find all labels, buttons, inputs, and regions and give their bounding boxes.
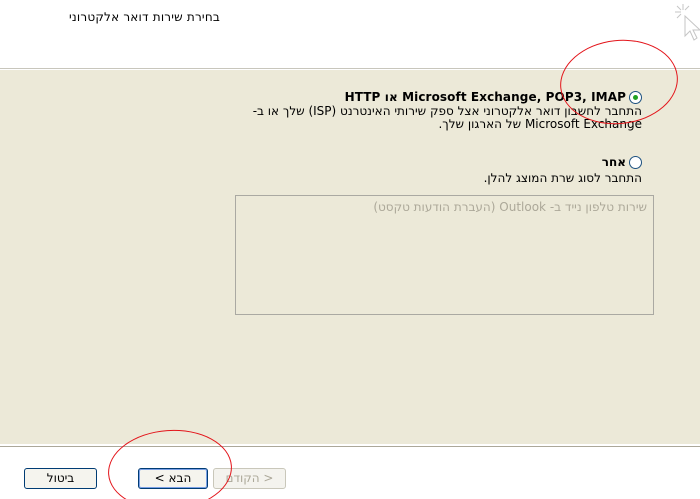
server-type-list[interactable]: שירות טלפון נייד ב- Outlook (העברת הודעו… [235,195,654,315]
footer-divider [0,446,700,448]
other-option-label[interactable]: אחר [602,155,626,169]
cancel-button[interactable]: ביטול [24,468,97,489]
other-description: התחבר לסוג שרת המוצג להלן. [483,171,642,185]
page-title: בחירת שירות דואר אלקטרוני [69,10,220,24]
option-other-row[interactable]: אחר [602,155,642,169]
cursor-click-icon [675,4,700,41]
other-radio[interactable] [629,155,642,169]
list-item[interactable]: שירות טלפון נייד ב- Outlook (העברת הודעו… [373,200,647,214]
